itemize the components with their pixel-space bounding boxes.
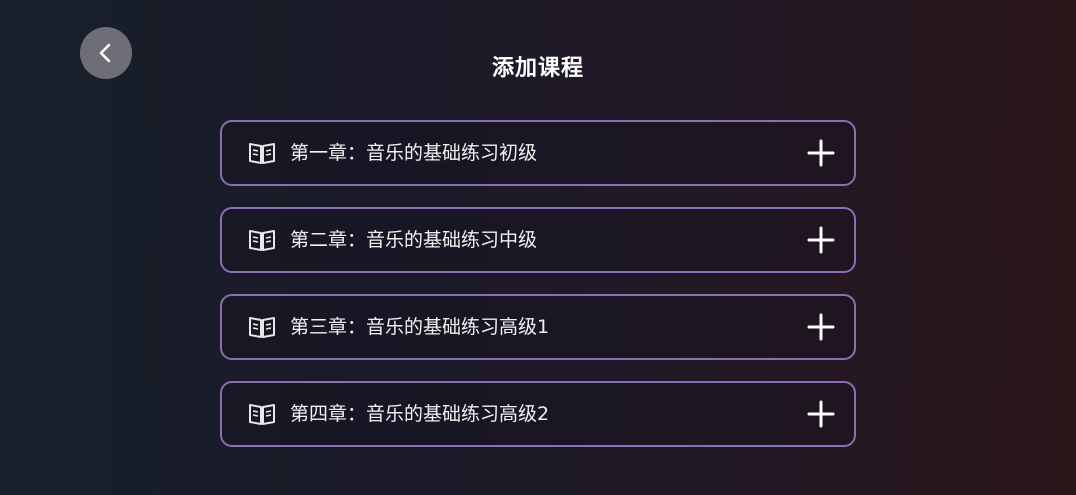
- book-icon: [248, 228, 276, 252]
- course-item-2[interactable]: 第二章：音乐的基础练习中级: [220, 207, 856, 273]
- course-list: 第一章：音乐的基础练习初级 第二章：音乐的基础练习中级 第三章：音乐的基础练习高…: [220, 120, 856, 468]
- course-label: 第一章：音乐的基础练习初级: [290, 142, 538, 164]
- course-item-4[interactable]: 第四章：音乐的基础练习高级2: [220, 381, 856, 447]
- page-title: 添加课程: [491, 56, 584, 81]
- plus-icon[interactable]: [806, 399, 836, 429]
- plus-icon[interactable]: [806, 225, 836, 255]
- book-icon: [248, 141, 276, 165]
- course-label: 第四章：音乐的基础练习高级2: [290, 403, 550, 425]
- course-label: 第三章：音乐的基础练习高级1: [290, 316, 550, 338]
- book-icon: [248, 315, 276, 339]
- plus-icon[interactable]: [806, 138, 836, 168]
- book-icon: [248, 402, 276, 426]
- course-item-1[interactable]: 第一章：音乐的基础练习初级: [220, 120, 856, 186]
- plus-icon[interactable]: [806, 312, 836, 342]
- course-label: 第二章：音乐的基础练习中级: [290, 229, 538, 251]
- course-item-3[interactable]: 第三章：音乐的基础练习高级1: [220, 294, 856, 360]
